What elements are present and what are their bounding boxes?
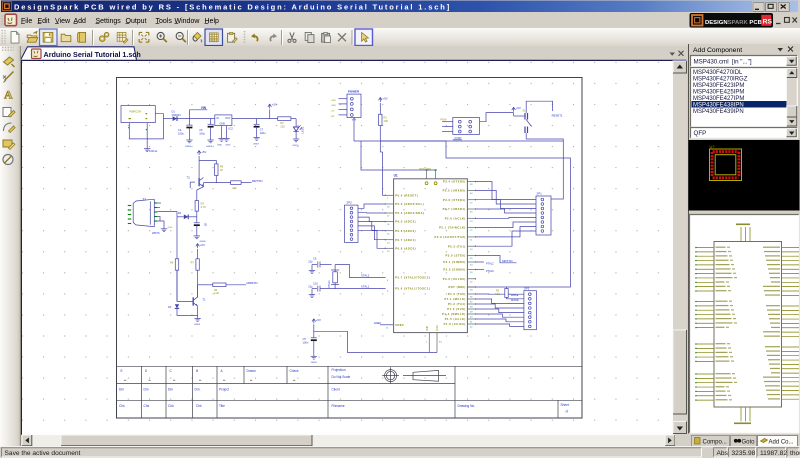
svg-text:thou: thou [790,450,800,457]
svg-text:MSP430FE425IPM: MSP430FE425IPM [693,89,744,95]
svg-text:3235.98: 3235.98 [732,450,756,457]
svg-text:11987.82: 11987.82 [760,450,787,457]
svg-text:MSP430FE423IPM: MSP430FE423IPM [693,83,744,89]
svg-text:Add Component: Add Component [693,47,742,54]
svg-text:MSP430F4270IRGZ: MSP430F4270IRGZ [693,76,748,82]
svg-text:MSP430FE427IPM: MSP430FE427IPM [693,96,744,102]
svg-text:MSP430.cml [in "..."]: MSP430.cml [in "..."] [693,59,751,66]
svg-text:MSP430FE439IPN: MSP430FE439IPN [693,109,744,115]
svg-text:Compo...: Compo... [702,440,727,446]
svg-text:MSP430FE438IPN: MSP430FE438IPN [693,102,744,108]
svg-text:U?: U? [709,144,715,149]
svg-text:Add Co...: Add Co... [768,440,793,446]
svg-text:Save the active document: Save the active document [5,450,81,457]
svg-text:MSP430F4270IDL: MSP430F4270IDL [693,70,743,76]
svg-text:QFP: QFP [693,130,706,137]
svg-text:Abs: Abs [717,450,729,457]
svg-text:Goto: Goto [741,440,755,446]
